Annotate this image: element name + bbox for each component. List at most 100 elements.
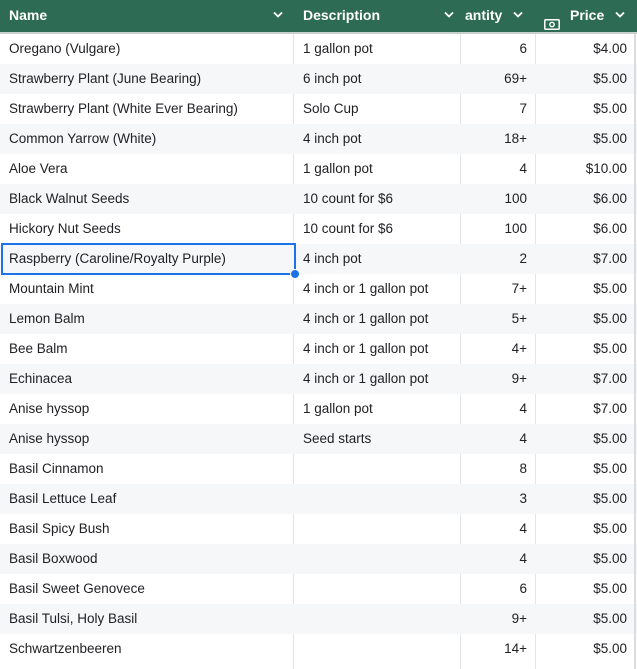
cell-quantity[interactable]: 4 (460, 544, 527, 574)
cell-name[interactable]: Aloe Vera (9, 154, 292, 184)
cell-description[interactable] (303, 514, 453, 544)
cell-price[interactable]: $6.00 (540, 214, 627, 244)
cell-quantity[interactable]: 69+ (460, 64, 527, 94)
chevron-down-icon[interactable] (513, 11, 523, 19)
cell-quantity[interactable]: 9+ (460, 604, 527, 634)
cell-price[interactable]: $5.00 (540, 544, 627, 574)
cell-description[interactable] (303, 454, 453, 484)
column-header-description[interactable]: Description (294, 0, 460, 32)
cell-name[interactable]: Strawberry Plant (White Ever Bearing) (9, 94, 292, 124)
table-header: Name Description antity Price (0, 0, 637, 32)
column-header-quantity[interactable]: antity (461, 0, 535, 32)
cell-description[interactable]: Solo Cup (303, 94, 453, 124)
cell-price[interactable]: $5.00 (540, 124, 627, 154)
cell-price[interactable]: $5.00 (540, 634, 627, 664)
cell-quantity[interactable]: 4 (460, 514, 527, 544)
cell-price[interactable]: $5.00 (540, 574, 627, 604)
cell-name[interactable]: Basil Boxwood (9, 544, 292, 574)
table-row: Anise hyssop 1 gallon pot 4 $7.00 (0, 394, 637, 424)
cell-quantity[interactable]: 4 (460, 394, 527, 424)
cell-price[interactable]: $5.00 (540, 514, 627, 544)
cell-name[interactable]: Basil Sweet Genovece (9, 574, 292, 604)
money-icon (544, 10, 560, 32)
cell-name[interactable]: Strawberry Plant (June Bearing) (9, 64, 292, 94)
cell-description[interactable]: 1 gallon pot (303, 34, 453, 64)
cell-quantity[interactable]: 4 (460, 424, 527, 454)
cell-description[interactable]: 10 count for $6 (303, 214, 453, 244)
cell-description[interactable]: 6 inch pot (303, 64, 453, 94)
cell-price[interactable]: $5.00 (540, 94, 627, 124)
cell-description[interactable] (303, 634, 453, 664)
chevron-down-icon[interactable] (615, 11, 625, 19)
cell-price[interactable]: $7.00 (540, 244, 627, 274)
chevron-down-icon[interactable] (273, 11, 283, 19)
cell-description[interactable]: 1 gallon pot (303, 154, 453, 184)
cell-price[interactable]: $5.00 (540, 304, 627, 334)
cell-name[interactable]: Anise hyssop (9, 394, 292, 424)
cell-description[interactable]: 4 inch pot (303, 124, 453, 154)
cell-price[interactable]: $4.00 (540, 34, 627, 64)
cell-description[interactable] (303, 484, 453, 514)
cell-price[interactable]: $5.00 (540, 604, 627, 634)
cell-price[interactable]: $10.00 (540, 154, 627, 184)
cell-name[interactable]: Mountain Mint (9, 274, 292, 304)
cell-quantity[interactable]: 3 (460, 484, 527, 514)
cell-name[interactable]: Schwartzenbeeren (9, 634, 292, 664)
column-header-price[interactable]: Price (536, 0, 637, 32)
cell-name[interactable]: Black Walnut Seeds (9, 184, 292, 214)
cell-name[interactable]: Oregano (Vulgare) (9, 34, 292, 64)
cell-quantity[interactable]: 8 (460, 454, 527, 484)
cell-quantity[interactable]: 7+ (460, 274, 527, 304)
cell-price[interactable]: $5.00 (540, 64, 627, 94)
cell-name[interactable]: Anise hyssop (9, 424, 292, 454)
cell-description[interactable]: 1 gallon pot (303, 394, 453, 424)
cell-quantity[interactable]: 4+ (460, 334, 527, 364)
cell-description[interactable]: 4 inch pot (303, 244, 453, 274)
cell-quantity[interactable]: 5+ (460, 304, 527, 334)
cell-description[interactable]: 4 inch or 1 gallon pot (303, 334, 453, 364)
cell-description[interactable]: 4 inch or 1 gallon pot (303, 364, 453, 394)
cell-name[interactable]: Basil Tulsi, Holy Basil (9, 604, 292, 634)
table-body: Oregano (Vulgare) 1 gallon pot 6 $4.00 S… (0, 34, 637, 664)
cell-quantity[interactable]: 100 (460, 184, 527, 214)
cell-name[interactable]: Basil Cinnamon (9, 454, 292, 484)
cell-quantity[interactable]: 14+ (460, 634, 527, 664)
cell-name[interactable]: Hickory Nut Seeds (9, 214, 292, 244)
table-row: Oregano (Vulgare) 1 gallon pot 6 $4.00 (0, 34, 637, 64)
cell-quantity[interactable]: 2 (460, 244, 527, 274)
cell-name[interactable]: Lemon Balm (9, 304, 292, 334)
table-row: Bee Balm 4 inch or 1 gallon pot 4+ $5.00 (0, 334, 637, 364)
cell-price[interactable]: $5.00 (540, 334, 627, 364)
cell-price[interactable]: $5.00 (540, 484, 627, 514)
cell-description[interactable] (303, 604, 453, 634)
cell-description[interactable]: 10 count for $6 (303, 184, 453, 214)
chevron-down-icon[interactable] (444, 11, 454, 19)
cell-price[interactable]: $5.00 (540, 454, 627, 484)
cell-name[interactable]: Basil Lettuce Leaf (9, 484, 292, 514)
cell-name[interactable]: Common Yarrow (White) (9, 124, 292, 154)
table-row: Echinacea 4 inch or 1 gallon pot 9+ $7.0… (0, 364, 637, 394)
cell-name[interactable]: Basil Spicy Bush (9, 514, 292, 544)
cell-quantity[interactable]: 4 (460, 154, 527, 184)
cell-name[interactable]: Raspberry (Caroline/Royalty Purple) (9, 244, 292, 274)
cell-name[interactable]: Echinacea (9, 364, 292, 394)
cell-price[interactable]: $5.00 (540, 424, 627, 454)
cell-description[interactable]: 4 inch or 1 gallon pot (303, 304, 453, 334)
cell-description[interactable]: Seed starts (303, 424, 453, 454)
cell-price[interactable]: $7.00 (540, 394, 627, 424)
cell-quantity[interactable]: 6 (460, 574, 527, 604)
cell-quantity[interactable]: 6 (460, 34, 527, 64)
cell-quantity[interactable]: 7 (460, 94, 527, 124)
fill-handle[interactable] (290, 269, 300, 279)
cell-description[interactable] (303, 574, 453, 604)
cell-quantity[interactable]: 18+ (460, 124, 527, 154)
cell-price[interactable]: $7.00 (540, 364, 627, 394)
column-header-name[interactable]: Name (0, 0, 293, 32)
cell-description[interactable] (303, 544, 453, 574)
cell-quantity[interactable]: 9+ (460, 364, 527, 394)
cell-description[interactable]: 4 inch or 1 gallon pot (303, 274, 453, 304)
cell-quantity[interactable]: 100 (460, 214, 527, 244)
cell-price[interactable]: $5.00 (540, 274, 627, 304)
cell-price[interactable]: $6.00 (540, 184, 627, 214)
cell-name[interactable]: Bee Balm (9, 334, 292, 364)
